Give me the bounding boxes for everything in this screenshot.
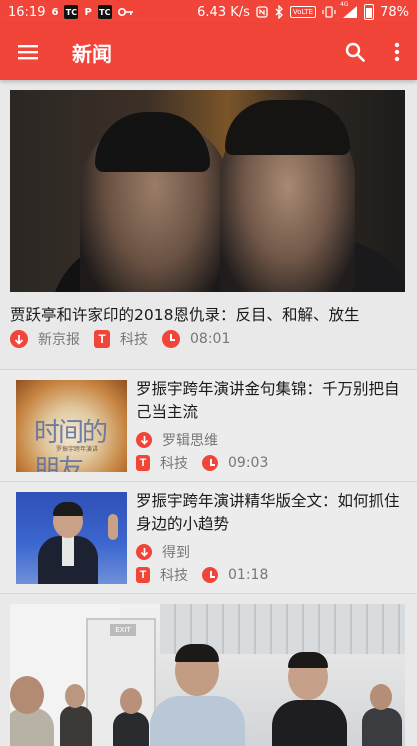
- article-source-row: 罗辑思维: [136, 430, 232, 450]
- network-speed: 6.43 K/s: [197, 4, 250, 20]
- battery-percent: 78%: [380, 4, 409, 20]
- article-source: 罗辑思维: [162, 433, 218, 449]
- article-image: [10, 90, 405, 292]
- source-arrow-icon: [136, 544, 152, 560]
- category-icon: T: [136, 455, 150, 471]
- volte-badge: VoLTE: [289, 6, 317, 18]
- article-thumbnail: [16, 492, 127, 584]
- app-notification-tc2-icon: TC: [97, 5, 112, 19]
- article-time: 08:01: [190, 331, 231, 347]
- nfc-icon: [256, 6, 268, 18]
- article-source-row: 得到: [136, 542, 204, 562]
- clock-icon: [162, 330, 180, 348]
- key-icon: [117, 7, 134, 17]
- article-thumbnail: 时间的朋友 罗振宇跨年演讲: [16, 380, 127, 472]
- article-image: EXIT: [10, 604, 405, 746]
- battery-icon: [364, 4, 375, 20]
- article-category-row: T 科技 09:03: [136, 453, 282, 473]
- article-category: 科技: [160, 568, 188, 584]
- thumbnail-text: 时间的朋友: [34, 418, 108, 472]
- source-arrow-icon: [136, 432, 152, 448]
- news-card-large[interactable]: 贾跃亭和许家印的2018恩仇录：反目、和解、放生 新京报 T 科技 08:01: [0, 80, 417, 354]
- article-meta: 新京报 T 科技 08:01: [10, 329, 244, 349]
- clock-icon: [202, 567, 218, 583]
- news-feed[interactable]: 贾跃亭和许家印的2018恩仇录：反目、和解、放生 新京报 T 科技 08:01 …: [0, 80, 417, 746]
- article-time: 01:18: [228, 567, 269, 583]
- app-notification-p-icon: P: [84, 6, 92, 18]
- source-arrow-icon: [10, 330, 28, 348]
- article-source: 新京报: [38, 332, 80, 348]
- search-icon: [345, 42, 365, 62]
- article-title: 罗振宇跨年演讲金句集锦：千万别把自己当主流: [136, 380, 400, 421]
- more-options-button[interactable]: [377, 24, 417, 80]
- article-category-row: T 科技 01:18: [136, 565, 282, 585]
- app-notification-tc-icon: TC: [64, 5, 79, 19]
- exit-sign: EXIT: [110, 624, 136, 636]
- news-card-small[interactable]: 时间的朋友 罗振宇跨年演讲 罗振宇跨年演讲金句集锦：千万别把自己当主流 罗辑思维…: [0, 369, 417, 481]
- article-title: 贾跃亭和许家印的2018恩仇录：反目、和解、放生: [10, 306, 360, 324]
- app-bar: 新闻: [0, 24, 417, 80]
- signal-label: 4G: [340, 1, 349, 8]
- category-icon: T: [136, 567, 150, 583]
- signal-icon: 4G: [340, 1, 358, 19]
- thumbnail-subtext: 罗振宇跨年演讲: [56, 446, 99, 453]
- category-icon: T: [94, 330, 110, 348]
- search-button[interactable]: [333, 24, 377, 80]
- clock-icon: [202, 455, 218, 471]
- article-title: 罗振宇跨年演讲精华版全文：如何抓住身边的小趋势: [136, 492, 400, 533]
- bluetooth-icon: [274, 5, 284, 19]
- page-title: 新闻: [72, 41, 112, 66]
- article-source: 得到: [162, 545, 190, 561]
- status-time: 16:19: [8, 4, 46, 20]
- vibrate-icon: [322, 6, 336, 18]
- news-card-large[interactable]: EXIT: [0, 593, 417, 746]
- article-category: 科技: [160, 456, 188, 472]
- hamburger-menu-icon: [18, 45, 38, 60]
- news-card-small[interactable]: 罗振宇跨年演讲精华版全文：如何抓住身边的小趋势 得到 T 科技 01:18: [0, 481, 417, 593]
- status-bar: 16:19 6 TC P TC 6.43 K/s VoLTE 4G 78%: [0, 0, 417, 24]
- menu-button[interactable]: [0, 24, 56, 80]
- article-time: 09:03: [228, 455, 269, 471]
- article-category: 科技: [120, 332, 148, 348]
- more-vert-icon: [394, 42, 400, 62]
- app-notification-6-icon: 6: [51, 6, 59, 18]
